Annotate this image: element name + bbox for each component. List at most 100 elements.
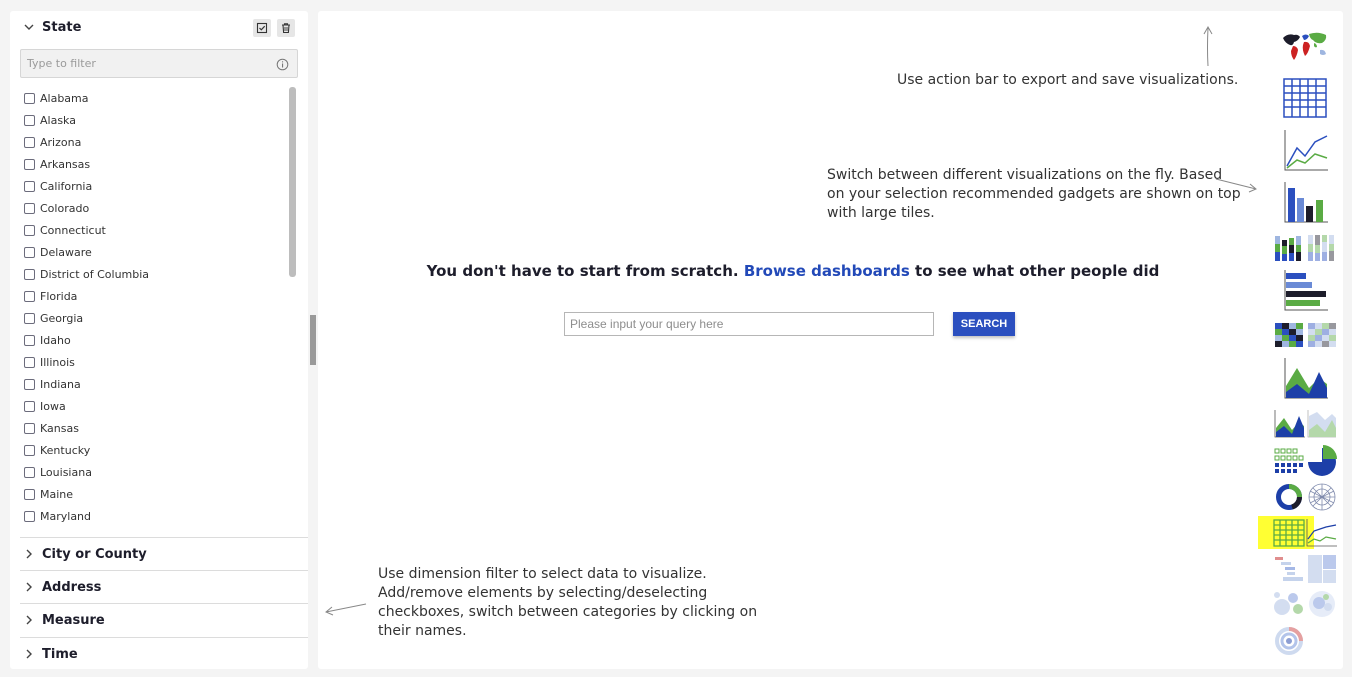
- state-checkbox-list: Alabama Alaska Arizona Arkansas Californ…: [24, 87, 294, 537]
- dimension-filter-panel: State Alabama Alaska Arizona Arkansas Ca…: [10, 11, 308, 669]
- select-all-button[interactable]: [253, 19, 271, 37]
- filter-input[interactable]: [21, 56, 269, 71]
- list-item[interactable]: Louisiana: [24, 461, 294, 483]
- checkbox[interactable]: [24, 400, 35, 412]
- world-map-icon[interactable]: [1280, 28, 1330, 64]
- item-label: Illinois: [40, 355, 75, 369]
- checkbox[interactable]: [24, 136, 35, 148]
- sunburst-icon[interactable]: [1273, 625, 1305, 657]
- list-scrollbar[interactable]: [289, 87, 296, 277]
- trash-icon: [282, 23, 290, 34]
- section-title: State: [42, 19, 82, 35]
- checkbox[interactable]: [24, 510, 35, 522]
- checkbox[interactable]: [24, 246, 35, 258]
- checkbox[interactable]: [24, 202, 35, 214]
- network-icon[interactable]: [1305, 481, 1339, 513]
- stacked-bar-percent-icon[interactable]: [1307, 234, 1337, 262]
- item-label: Idaho: [40, 333, 71, 347]
- checkbox[interactable]: [24, 312, 35, 324]
- list-item[interactable]: District of Columbia: [24, 263, 294, 285]
- section-header-city-or-county[interactable]: City or County: [20, 538, 308, 570]
- checkbox[interactable]: [24, 488, 35, 500]
- treemap-icon[interactable]: [1307, 554, 1337, 584]
- list-item[interactable]: Illinois: [24, 351, 294, 373]
- query-input[interactable]: [565, 313, 932, 335]
- list-item[interactable]: Connecticut: [24, 219, 294, 241]
- area-percent-icon[interactable]: [1307, 410, 1337, 438]
- checkbox[interactable]: [24, 444, 35, 456]
- list-item[interactable]: Delaware: [24, 241, 294, 263]
- item-label: Florida: [40, 289, 78, 303]
- list-item[interactable]: Georgia: [24, 307, 294, 329]
- line-chart-icon[interactable]: [1283, 130, 1329, 172]
- search-button[interactable]: SEARCH: [953, 312, 1015, 336]
- packed-circle-icon[interactable]: [1306, 589, 1338, 619]
- list-item[interactable]: Indiana: [24, 373, 294, 395]
- pivot-table-icon[interactable]: [1273, 519, 1305, 547]
- donut-chart-icon[interactable]: [1274, 482, 1304, 512]
- checkbox[interactable]: [24, 466, 35, 478]
- checkbox[interactable]: [24, 356, 35, 368]
- info-icon[interactable]: [276, 56, 289, 75]
- item-label: Delaware: [40, 245, 92, 259]
- list-item[interactable]: Arizona: [24, 131, 294, 153]
- sparkline-icon[interactable]: [1306, 519, 1338, 547]
- chevron-right-icon: [20, 582, 38, 592]
- panel-resize-handle[interactable]: [310, 315, 316, 365]
- query-box: [564, 312, 934, 336]
- heatmap-percent-icon[interactable]: [1307, 322, 1337, 350]
- list-item[interactable]: Alaska: [24, 109, 294, 131]
- checkbox[interactable]: [24, 180, 35, 192]
- pie-chart-icon[interactable]: [1306, 444, 1338, 476]
- list-item[interactable]: Florida: [24, 285, 294, 307]
- hint-line: Use dimension filter to select data to v…: [378, 566, 707, 582]
- stacked-bar-icon[interactable]: [1274, 234, 1306, 262]
- hint-line: their names.: [378, 623, 467, 639]
- item-label: Indiana: [40, 377, 81, 391]
- list-item[interactable]: Kentucky: [24, 439, 294, 461]
- list-item[interactable]: Arkansas: [24, 153, 294, 175]
- browse-dashboards-link[interactable]: Browse dashboards: [744, 262, 910, 280]
- checkbox[interactable]: [24, 378, 35, 390]
- list-item[interactable]: California: [24, 175, 294, 197]
- section-header-address[interactable]: Address: [20, 571, 308, 603]
- list-item[interactable]: Kansas: [24, 417, 294, 439]
- item-label: Alabama: [40, 91, 89, 105]
- area-chart-icon[interactable]: [1283, 358, 1329, 400]
- checkbox[interactable]: [24, 158, 35, 170]
- checkbox[interactable]: [24, 224, 35, 236]
- checkbox[interactable]: [24, 334, 35, 346]
- hint-dimension-filter: Use dimension filter to select data to v…: [378, 565, 757, 641]
- heatmap-icon[interactable]: [1274, 322, 1306, 350]
- checkbox[interactable]: [24, 92, 35, 104]
- table-grid-icon[interactable]: [1283, 78, 1327, 118]
- checkbox[interactable]: [24, 114, 35, 126]
- list-item[interactable]: Idaho: [24, 329, 294, 351]
- checkbox[interactable]: [24, 422, 35, 434]
- list-item[interactable]: Colorado: [24, 197, 294, 219]
- checkbox[interactable]: [24, 268, 35, 280]
- section-header-measure[interactable]: Measure: [20, 604, 308, 636]
- checkbox[interactable]: [24, 290, 35, 302]
- section-header-time[interactable]: Time: [20, 638, 308, 669]
- section-title: Address: [42, 579, 102, 595]
- item-label: Maryland: [40, 509, 92, 523]
- list-item[interactable]: Maryland: [24, 505, 294, 527]
- chevron-down-icon: [20, 22, 38, 32]
- dot-matrix-icon[interactable]: [1274, 446, 1304, 474]
- item-label: Kentucky: [40, 443, 91, 457]
- message-text: You don't have to start from scratch.: [426, 262, 744, 280]
- hint-switch-visualizations: Switch between different visualizations …: [827, 166, 1241, 223]
- hint-arrow-up: [1203, 25, 1213, 67]
- clear-all-button[interactable]: [277, 19, 295, 37]
- list-item[interactable]: Alabama: [24, 87, 294, 109]
- bubble-icon[interactable]: [1273, 589, 1305, 619]
- item-label: Arizona: [40, 135, 82, 149]
- list-item[interactable]: Maine: [24, 483, 294, 505]
- area-chart-small-icon[interactable]: [1274, 410, 1306, 438]
- horizontal-bar-icon[interactable]: [1283, 270, 1329, 312]
- section-title: Measure: [42, 612, 105, 628]
- gantt-icon[interactable]: [1273, 555, 1305, 583]
- list-item[interactable]: Iowa: [24, 395, 294, 417]
- bar-chart-icon[interactable]: [1283, 182, 1329, 224]
